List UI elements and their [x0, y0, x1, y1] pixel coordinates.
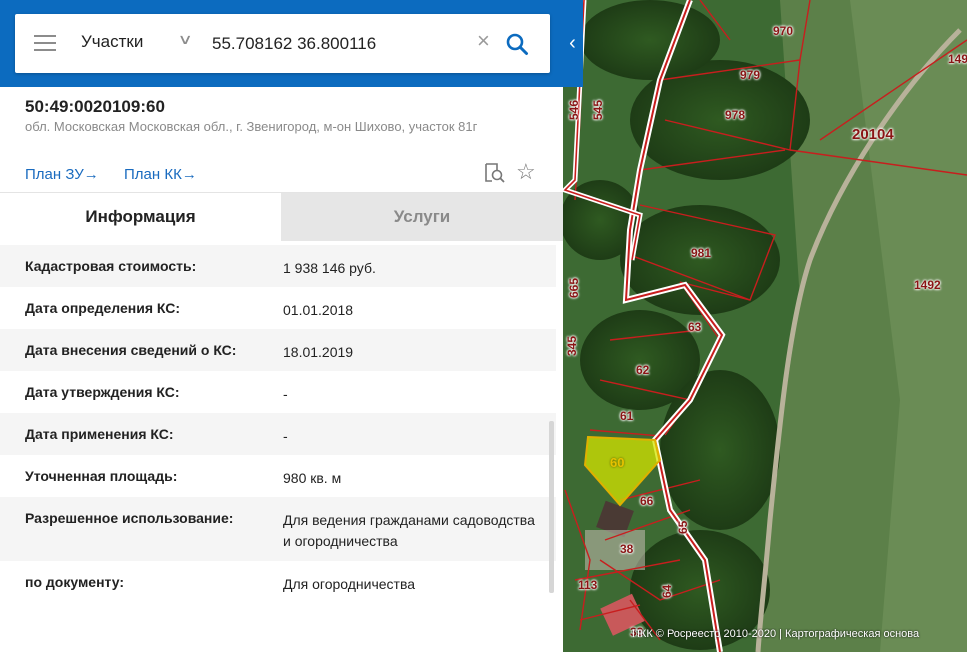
info-label: Дата применения КС:	[25, 426, 174, 442]
info-label: Разрешенное использование:	[25, 510, 234, 526]
info-value: 18.01.2019	[283, 344, 354, 360]
info-row: по документу: Для огородничества	[0, 561, 556, 603]
plan-kk-label: План КК	[124, 166, 182, 183]
parcel-label[interactable]: 20104	[852, 126, 894, 143]
document-search-icon[interactable]	[483, 162, 505, 184]
parcel-label[interactable]: 970	[773, 24, 793, 38]
info-row: Дата утверждения КС: -	[0, 371, 556, 413]
info-panel: Информация Услуги 50:49:0020109:60 обл. …	[0, 0, 563, 652]
chevron-down-icon[interactable]: ∨	[177, 31, 192, 48]
parcel-label[interactable]: 113	[578, 578, 597, 592]
info-row: Разрешенное использование: Для ведения г…	[0, 497, 556, 561]
parcel-label[interactable]: 61	[620, 409, 633, 423]
info-label: Дата внесения сведений о КС:	[25, 342, 237, 358]
parcel-address: обл. Московская Московская обл., г. Звен…	[25, 119, 478, 134]
search-box: Участки ∨ ×	[15, 14, 550, 73]
info-value: Для ведения гражданами садоводства и ого…	[283, 512, 535, 549]
info-label: Кадастровая стоимость:	[25, 258, 197, 274]
clear-icon[interactable]: ×	[477, 28, 490, 54]
parcel-label[interactable]: 546	[567, 100, 581, 120]
arrow-right-icon: →	[181, 166, 197, 183]
parcel-label[interactable]: 979	[740, 68, 760, 82]
cadastral-number: 50:49:0020109:60	[25, 97, 165, 116]
category-select[interactable]: Участки	[81, 32, 143, 52]
panel-tabs: Информация Услуги	[0, 192, 563, 241]
info-value: 980 кв. м	[283, 470, 342, 486]
search-input[interactable]	[212, 30, 467, 58]
info-value: -	[283, 428, 288, 444]
plan-zu-link[interactable]: План ЗУ→	[25, 166, 99, 183]
plan-zu-label: План ЗУ	[25, 166, 84, 183]
parcel-label[interactable]: 63	[688, 320, 701, 334]
parcel-label[interactable]: 665	[567, 278, 581, 298]
info-value: 01.01.2018	[283, 302, 354, 318]
star-favorite-icon[interactable]: ☆	[516, 159, 536, 185]
parcel-label[interactable]: 149	[948, 52, 967, 66]
panel-scrollbar[interactable]	[549, 421, 554, 593]
arrow-right-icon: →	[83, 166, 99, 183]
collapse-panel-icon[interactable]: ‹	[562, 28, 583, 58]
info-value: -	[283, 386, 288, 402]
info-row: Кадастровая стоимость: 1 938 146 руб.	[0, 245, 556, 287]
parcel-label[interactable]: 345	[565, 336, 579, 356]
hamburger-menu-icon[interactable]	[34, 35, 56, 53]
selected-parcel-label[interactable]: 60	[610, 455, 624, 470]
info-row: Дата внесения сведений о КС: 18.01.2019	[0, 329, 556, 371]
search-icon[interactable]	[505, 32, 529, 56]
tab-information[interactable]: Информация	[0, 193, 281, 241]
parcel-label[interactable]: 38	[620, 542, 633, 556]
parcel-label[interactable]: 65	[676, 521, 690, 534]
parcel-label[interactable]: 64	[660, 585, 674, 598]
parcel-label[interactable]: 981	[691, 246, 711, 260]
parcel-label[interactable]: 1492	[914, 278, 941, 292]
info-label: по документу:	[25, 574, 125, 590]
info-list: Кадастровая стоимость: 1 938 146 руб. Да…	[0, 245, 556, 603]
info-label: Дата утверждения КС:	[25, 384, 180, 400]
parcel-label[interactable]: 545	[591, 100, 605, 120]
plan-kk-link[interactable]: План КК→	[124, 166, 197, 183]
tab-services[interactable]: Услуги	[281, 193, 563, 241]
info-value: 1 938 146 руб.	[283, 260, 376, 276]
info-label: Уточненная площадь:	[25, 468, 178, 484]
info-row: Дата определения КС: 01.01.2018	[0, 287, 556, 329]
info-row: Дата применения КС: -	[0, 413, 556, 455]
info-row: Уточненная площадь: 980 кв. м	[0, 455, 556, 497]
top-bar: Участки ∨ × ‹	[0, 0, 583, 87]
parcel-label[interactable]: 62	[636, 363, 649, 377]
info-value: Для огородничества	[283, 576, 416, 592]
parcel-label[interactable]: 978	[725, 108, 745, 122]
parcel-label[interactable]: 66	[640, 494, 653, 508]
map-copyright: ПКК © Росреестр 2010-2020 | Картографиче…	[632, 628, 920, 640]
info-label: Дата определения КС:	[25, 300, 181, 316]
